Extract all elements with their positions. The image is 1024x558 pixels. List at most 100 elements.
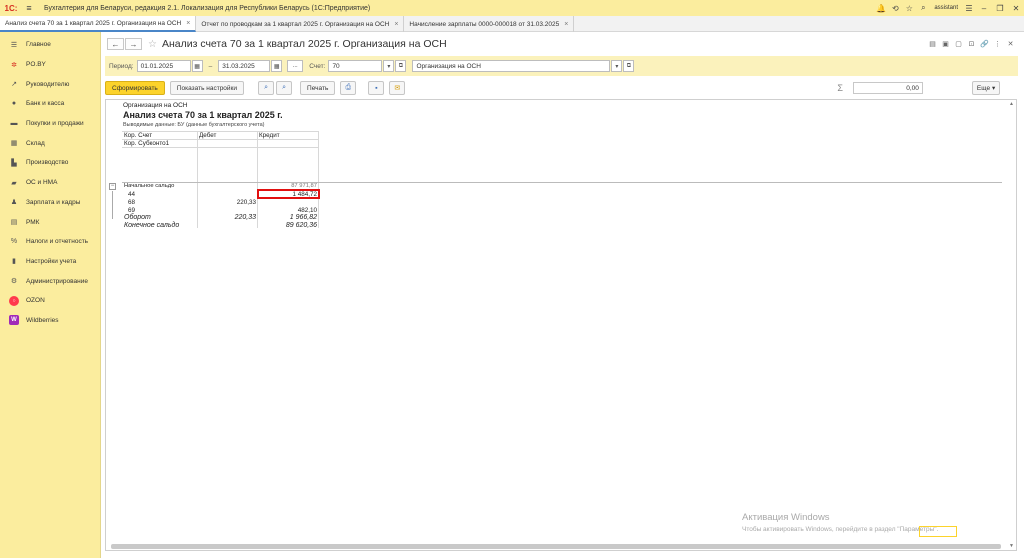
header-kor-subkonto: Кор. Субконто1 xyxy=(124,140,170,147)
chart-icon: ↗ xyxy=(11,81,17,89)
book-icon: ▮ xyxy=(12,258,16,266)
cart-icon: ▬ xyxy=(10,120,18,128)
sidebar-item-label: PO.BY xyxy=(26,61,46,69)
sidebar-item-ozon[interactable]: ○ OZON xyxy=(0,291,100,311)
row-debet: 220,33 xyxy=(234,214,256,221)
period-label: Период: xyxy=(109,62,134,70)
sidebar-item-main[interactable]: ☰ Главное xyxy=(0,35,100,55)
period-dash: – xyxy=(208,62,213,70)
sidebar-item-production[interactable]: ▙ Производство xyxy=(0,153,100,173)
toolbar: Сформировать Показать настройки ⌕ ⌕ Печа… xyxy=(105,80,1018,96)
vertical-scrollbar[interactable]: ▲ ▼ xyxy=(1009,101,1015,549)
collapse-group-icon[interactable]: − xyxy=(109,183,116,190)
link-icon[interactable]: 🔗 xyxy=(978,40,991,48)
sidebar-item-label: Главное xyxy=(26,41,51,49)
sidebar-item-payroll[interactable]: ♟ Зарплата и кадры xyxy=(0,193,100,213)
bank-icon: ● xyxy=(11,100,17,108)
search-icon[interactable]: ⌕ xyxy=(258,81,275,95)
date-to-field[interactable]: 31.03.2025 xyxy=(218,60,271,72)
report-title: Анализ счета 70 за 1 квартал 2025 г. xyxy=(123,110,283,120)
search-next-icon[interactable]: ⌕ xyxy=(276,81,293,95)
save-icon[interactable]: ▪ xyxy=(368,81,385,95)
preview-icon[interactable]: ▢ xyxy=(952,40,965,48)
tab-label: Анализ счета 70 за 1 квартал 2025 г. Орг… xyxy=(5,19,182,27)
print-preview-icon[interactable]: ⎙ xyxy=(340,81,357,95)
grid-line xyxy=(257,131,258,228)
sidebar-item-warehouse[interactable]: ▦ Склад xyxy=(0,133,100,153)
bell-icon[interactable]: 🔔 xyxy=(874,0,888,16)
sidebar-item-poby[interactable]: ✲ PO.BY xyxy=(0,55,100,75)
tab-postings-report[interactable]: Отчет по проводкам за 1 квартал 2025 г. … xyxy=(196,16,405,32)
calendar-icon[interactable]: ▦ xyxy=(191,60,203,72)
tab-close-icon[interactable]: × xyxy=(186,20,190,27)
search-icon[interactable]: ⌕ xyxy=(916,0,930,16)
sidebar-item-rmk[interactable]: ▤ РМК xyxy=(0,212,100,232)
person-icon: ♟ xyxy=(10,199,18,207)
sidebar-item-manager[interactable]: ↗ Руководителю xyxy=(0,74,100,94)
generate-button[interactable]: Сформировать xyxy=(105,81,165,95)
header-debet: Дебет xyxy=(199,132,217,139)
print-button[interactable]: Печать xyxy=(300,81,336,95)
zoom-icon[interactable]: ⊡ xyxy=(965,40,978,48)
save-icon[interactable]: ▣ xyxy=(939,40,952,48)
settings-menu-icon[interactable]: ☰ xyxy=(962,0,976,16)
sidebar-item-bank[interactable]: ● Банк и касса xyxy=(0,94,100,114)
account-field[interactable]: 70 xyxy=(328,60,383,72)
register-icon: ▤ xyxy=(10,219,18,227)
chevron-down-icon[interactable]: ▾ xyxy=(383,60,395,72)
tab-close-icon[interactable]: × xyxy=(564,21,568,28)
report-output-data: Выводимые данные: БУ (данные бухгалтерск… xyxy=(123,122,265,128)
print-icon[interactable]: ▤ xyxy=(926,40,939,48)
chevron-down-icon[interactable]: ▾ xyxy=(611,60,623,72)
sidebar-item-wildberries[interactable]: W Wildberries xyxy=(0,311,100,331)
windows-activation-watermark: Активация Windows Чтобы активировать Win… xyxy=(742,512,938,533)
row-label: Начальное сальдо xyxy=(124,183,175,189)
sidebar-item-administration[interactable]: ⚙ Администрирование xyxy=(0,271,100,291)
more-vert-icon[interactable]: ⋮ xyxy=(991,40,1004,48)
report-spreadsheet[interactable]: Организация на ОСН Анализ счета 70 за 1 … xyxy=(105,99,1017,551)
calendar-icon[interactable]: ▦ xyxy=(271,60,283,72)
user-name[interactable]: assistant xyxy=(934,5,958,11)
document-header: ← → ☆ Анализ счета 70 за 1 квартал 2025 … xyxy=(107,37,1017,51)
grid-line xyxy=(197,131,198,228)
forward-button[interactable]: → xyxy=(125,38,142,50)
ozon-icon: ○ xyxy=(9,295,19,306)
period-select-button[interactable]: ... xyxy=(287,60,304,72)
sidebar-item-taxes[interactable]: % Налоги и отчетность xyxy=(0,232,100,252)
scroll-down-icon[interactable]: ▼ xyxy=(1009,543,1014,549)
main-menu-icon[interactable]: ≡ xyxy=(22,0,36,16)
sidebar-item-accounting-settings[interactable]: ▮ Настройки учета xyxy=(0,252,100,272)
date-from-field[interactable]: 01.01.2025 xyxy=(136,60,191,72)
minimize-icon[interactable]: – xyxy=(976,0,992,16)
email-icon[interactable]: ✉ xyxy=(389,81,406,95)
tab-payroll[interactable]: Начисление зарплаты 0000-000018 от 31.03… xyxy=(404,16,575,32)
history-icon[interactable]: ⟲ xyxy=(888,0,902,16)
tab-close-icon[interactable]: × xyxy=(394,21,398,28)
open-icon[interactable]: ⧉ xyxy=(395,60,407,72)
sum-field: 0,00 xyxy=(852,82,923,94)
horizontal-scrollbar[interactable] xyxy=(111,544,1001,549)
favorites-star-icon[interactable]: ☆ xyxy=(902,0,916,16)
menu-icon: ☰ xyxy=(10,41,18,49)
tab-analysis[interactable]: Анализ счета 70 за 1 квартал 2025 г. Орг… xyxy=(0,16,197,32)
close-form-icon[interactable]: ✕ xyxy=(1004,40,1017,48)
more-button[interactable]: Еще ▾ xyxy=(971,81,1001,95)
sidebar-item-label: РМК xyxy=(26,218,40,226)
sidebar-item-label: Производство xyxy=(26,159,69,167)
open-icon[interactable]: ⧉ xyxy=(623,60,635,72)
restore-icon[interactable]: ❐ xyxy=(992,0,1008,16)
favorite-star-icon[interactable]: ☆ xyxy=(148,39,157,50)
show-settings-button[interactable]: Показать настройки xyxy=(169,81,245,95)
row-debet: 220,33 xyxy=(236,199,256,206)
sidebar-item-purchases[interactable]: ▬ Покупки и продажи xyxy=(0,114,100,134)
grid-line xyxy=(318,131,319,228)
row-label: Конечное сальдо xyxy=(124,222,180,229)
back-button[interactable]: ← xyxy=(107,38,124,50)
row-label: Оборот xyxy=(124,214,151,221)
close-icon[interactable]: ✕ xyxy=(1008,0,1024,16)
group-bracket xyxy=(112,191,113,219)
sidebar-item-assets[interactable]: ▰ ОС и НМА xyxy=(0,173,100,193)
parameters-highlight xyxy=(919,526,957,537)
organization-field[interactable]: Организация на ОСН xyxy=(412,60,611,72)
scroll-up-icon[interactable]: ▲ xyxy=(1009,101,1014,107)
